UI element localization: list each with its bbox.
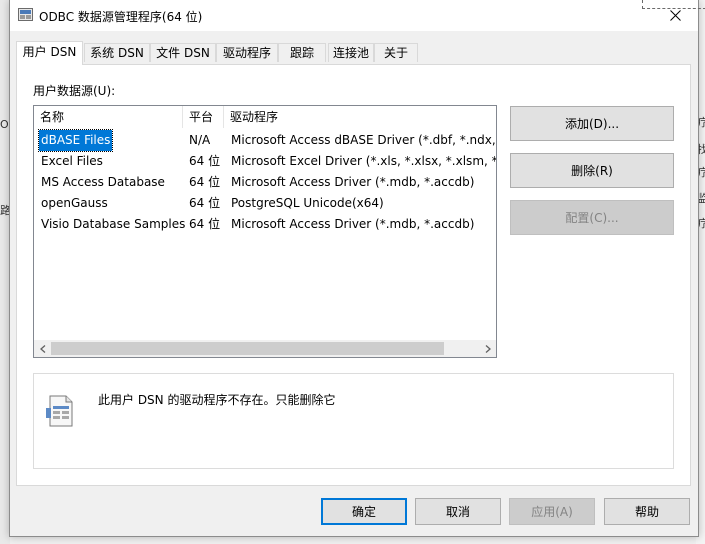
row-platform: 64 位 — [189, 196, 221, 210]
row-platform: 64 位 — [189, 154, 221, 168]
close-button[interactable] — [652, 0, 698, 31]
cancel-button[interactable]: 取消 — [415, 498, 501, 525]
info-message: 此用户 DSN 的驱动程序不存在。只能删除它 — [98, 393, 336, 407]
row-driver: Microsoft Access Driver (*.mdb, *.accdb) — [231, 175, 475, 189]
tab-file-dsn[interactable]: 文件 DSN — [150, 43, 216, 62]
remove-button[interactable]: 删除(R) — [510, 153, 674, 188]
column-header-name[interactable]: 名称 — [34, 106, 183, 128]
scroll-right-button[interactable] — [479, 340, 496, 357]
odbc-dialog: ODBC 数据源管理程序(64 位) 用户 DSN 系统 DSN 文件 DSN … — [9, 0, 699, 537]
odbc-app-icon — [18, 8, 33, 21]
row-platform: 64 位 — [189, 217, 221, 231]
ok-button[interactable]: 确定 — [321, 498, 407, 525]
table-row[interactable]: MS Access Database 64 位 Microsoft Access… — [34, 172, 496, 193]
tab-user-dsn[interactable]: 用户 DSN — [16, 41, 83, 65]
row-driver: Microsoft Access dBASE Driver (*.dbf, *.… — [231, 133, 496, 147]
row-name: openGauss — [41, 196, 108, 210]
user-data-sources-label: 用户数据源(U): — [33, 84, 116, 98]
table-row[interactable]: Visio Database Samples 64 位 Microsoft Ac… — [34, 214, 496, 235]
chevron-left-icon — [39, 344, 45, 353]
add-button[interactable]: 添加(D)... — [510, 106, 674, 141]
help-button[interactable]: 帮助 — [604, 498, 690, 525]
tab-connection-pooling[interactable]: 连接池 — [328, 43, 374, 62]
scroll-left-button[interactable] — [34, 340, 51, 357]
close-icon — [669, 10, 681, 21]
row-platform: 64 位 — [189, 175, 221, 189]
row-driver: Microsoft Excel Driver (*.xls, *.xlsx, *… — [231, 154, 496, 168]
window-title: ODBC 数据源管理程序(64 位) — [39, 10, 203, 24]
configure-button[interactable]: 配置(C)... — [510, 200, 674, 235]
row-platform: N/A — [189, 133, 211, 147]
row-name: dBASE Files — [37, 129, 114, 152]
apply-button[interactable]: 应用(A) — [509, 498, 595, 525]
list-header: 名称 平台 驱动程序 — [34, 106, 496, 128]
row-driver: Microsoft Access Driver (*.mdb, *.accdb) — [231, 217, 475, 231]
tab-tracing[interactable]: 跟踪 — [278, 43, 326, 62]
user-dsn-panel: 用户数据源(U): 名称 平台 驱动程序 dBASE Files N/A Mic… — [16, 64, 691, 486]
tab-drivers[interactable]: 驱动程序 — [216, 43, 278, 62]
table-row[interactable]: dBASE Files N/A Microsoft Access dBASE D… — [34, 129, 496, 152]
table-row[interactable]: openGauss 64 位 PostgreSQL Unicode(x64) — [34, 193, 496, 214]
scroll-thumb[interactable] — [51, 342, 444, 355]
row-driver: PostgreSQL Unicode(x64) — [231, 196, 384, 210]
tab-about[interactable]: 关于 — [374, 43, 418, 62]
row-name: Excel Files — [41, 154, 103, 168]
background-text: O — [0, 118, 9, 131]
column-header-driver[interactable]: 驱动程序 — [224, 106, 496, 128]
column-header-platform[interactable]: 平台 — [183, 106, 224, 128]
user-data-sources-list[interactable]: 名称 平台 驱动程序 dBASE Files N/A Microsoft Acc… — [33, 105, 497, 358]
database-document-icon — [46, 395, 73, 427]
title-bar[interactable]: ODBC 数据源管理程序(64 位) — [10, 0, 698, 31]
info-box: 此用户 DSN 的驱动程序不存在。只能删除它 — [33, 373, 674, 469]
tab-system-dsn[interactable]: 系统 DSN — [84, 43, 150, 62]
row-name: Visio Database Samples — [41, 217, 186, 231]
table-row[interactable]: Excel Files 64 位 Microsoft Excel Driver … — [34, 151, 496, 172]
chevron-right-icon — [485, 344, 491, 353]
horizontal-scrollbar[interactable] — [34, 340, 496, 357]
row-name: MS Access Database — [41, 175, 165, 189]
